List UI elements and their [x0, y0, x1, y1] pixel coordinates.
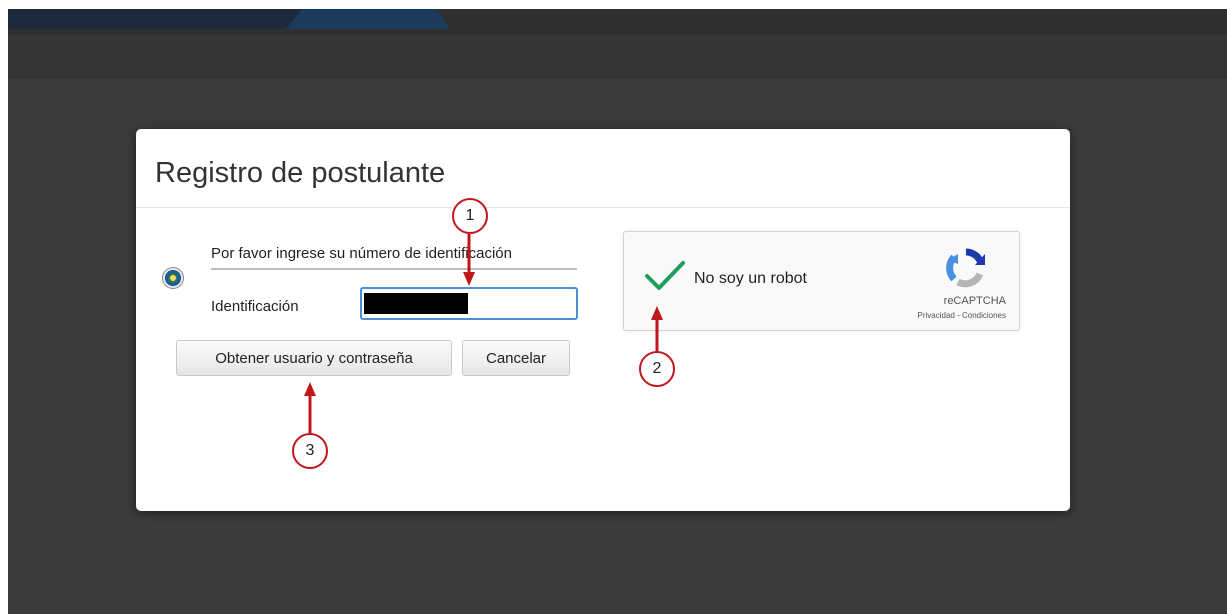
get-credentials-button[interactable]: Obtener usuario y contraseña [176, 340, 452, 376]
banner-band [286, 9, 451, 29]
modal-header: Registro de postulante [136, 129, 1070, 208]
seal-icon [162, 267, 184, 289]
recaptcha-label: No soy un robot [694, 270, 807, 287]
annotation-marker-2: 2 [639, 351, 675, 387]
registration-modal: Registro de postulante Por favor ingrese… [136, 129, 1070, 511]
annotation-marker-3: 3 [292, 433, 328, 469]
identification-label: Identificación [211, 298, 299, 315]
redacted-value [364, 293, 468, 314]
navbar [8, 35, 1227, 78]
cancel-button[interactable]: Cancelar [462, 340, 570, 376]
recaptcha-logo-icon [946, 248, 985, 288]
top-banner [8, 9, 1227, 35]
identification-prompt: Por favor ingrese su número de identific… [211, 245, 577, 270]
modal-title: Registro de postulante [155, 157, 446, 189]
recaptcha-widget[interactable]: No soy un robot reCAPTCHA Privacidad - C… [623, 231, 1020, 331]
recaptcha-privacy-terms-link[interactable]: Privacidad - Condiciones [864, 311, 1007, 320]
annotation-marker-1: 1 [452, 198, 488, 234]
recaptcha-brand: reCAPTCHA [943, 295, 1006, 307]
banner-band [8, 9, 308, 29]
checkmark-icon[interactable] [644, 260, 686, 292]
